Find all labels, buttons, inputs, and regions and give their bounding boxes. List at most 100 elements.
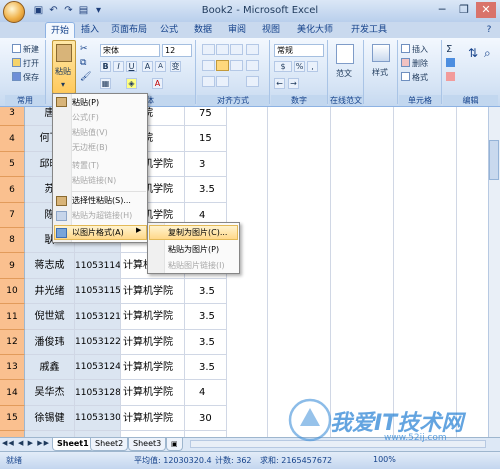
sheet-tab-2[interactable]: Sheet2 xyxy=(90,438,129,451)
restore-button[interactable]: ❐ xyxy=(454,2,474,18)
menu-item-paste[interactable]: 粘贴(P) xyxy=(72,95,99,110)
text-orientation-icon[interactable] xyxy=(246,44,259,55)
tab-view[interactable]: 视图 xyxy=(258,22,284,38)
cell-id[interactable]: 11053114 xyxy=(75,253,121,279)
wrap-text-icon[interactable] xyxy=(246,60,259,71)
insert-cells-button[interactable]: 插入 xyxy=(401,44,428,56)
comma-icon[interactable]: , xyxy=(307,61,318,72)
menu-item-as-picture[interactable]: 以图片格式(A) xyxy=(72,225,124,240)
cell-name[interactable]: 潘俊玮 xyxy=(25,330,75,355)
cell-name[interactable]: 吴华杰 xyxy=(25,380,75,406)
font-size-field[interactable]: 12 xyxy=(162,44,192,57)
insert-sheet-icon[interactable]: ▣ xyxy=(166,438,183,451)
cell-college[interactable]: 计算机学院 xyxy=(121,380,185,406)
row-header[interactable]: 8 xyxy=(0,228,25,253)
italic-button[interactable]: I xyxy=(113,61,124,72)
cell-id[interactable]: 11053121 xyxy=(75,304,121,330)
decrease-indent-icon[interactable] xyxy=(202,76,215,87)
cut-icon[interactable]: ✂ xyxy=(80,44,90,54)
submenu-item-copy-as-picture[interactable]: 复制为图片(C)... xyxy=(168,225,227,240)
merge-center-icon[interactable] xyxy=(246,76,259,87)
align-right-icon[interactable] xyxy=(230,60,243,71)
align-bottom-icon[interactable] xyxy=(230,44,243,55)
align-top-icon[interactable] xyxy=(202,44,215,55)
cell-college[interactable]: 计算机学院 xyxy=(121,330,185,355)
format-painter-icon[interactable]: 🖌 xyxy=(80,72,91,82)
cell-id[interactable]: 11053122 xyxy=(75,330,121,355)
cell-score[interactable]: 30 xyxy=(185,406,227,431)
print-preview-icon[interactable]: ▤ xyxy=(77,5,90,17)
tab-insert[interactable]: 插入 xyxy=(77,22,103,38)
cell-name[interactable]: 戚鑫 xyxy=(25,355,75,380)
sheet-tab-1[interactable]: Sheet1 xyxy=(52,438,94,451)
find-select-icon[interactable]: ⌕ xyxy=(484,46,496,64)
decrease-decimal-icon[interactable]: → xyxy=(288,78,299,89)
row-header[interactable]: 14 xyxy=(0,380,25,406)
tab-page-layout[interactable]: 页面布局 xyxy=(106,22,152,38)
cell-id[interactable]: 11053128 xyxy=(75,380,121,406)
sheet-nav-arrows-icon[interactable]: ◀◀ ◀ ▶ ▶▶ xyxy=(2,439,50,447)
undo-icon[interactable]: ↶ xyxy=(47,5,60,17)
grow-font-button[interactable]: A xyxy=(142,61,153,72)
align-center-icon[interactable] xyxy=(216,60,229,71)
number-format-field[interactable]: 常规 xyxy=(274,44,324,57)
increase-indent-icon[interactable] xyxy=(216,76,229,87)
cell-id[interactable]: 11053124 xyxy=(75,355,121,380)
tab-home[interactable]: 开始 xyxy=(45,22,75,38)
row-header[interactable]: 6 xyxy=(0,177,25,203)
format-cells-button[interactable]: 格式 xyxy=(401,72,428,84)
cell-name[interactable]: 倪世斌 xyxy=(25,304,75,330)
cell-score[interactable]: 4 xyxy=(185,380,227,406)
row-header[interactable]: 11 xyxy=(0,304,25,330)
delete-cells-button[interactable]: 删除 xyxy=(401,58,428,70)
font-name-field[interactable]: 宋体 xyxy=(100,44,160,57)
cell-score[interactable]: 3.5 xyxy=(185,304,227,330)
cell-score[interactable]: 3.5 xyxy=(185,355,227,380)
template-button-label[interactable]: 范文 xyxy=(336,68,352,80)
increase-decimal-icon[interactable]: ← xyxy=(274,78,285,89)
office-button[interactable] xyxy=(3,1,25,23)
sheet-tab-3[interactable]: Sheet3 xyxy=(128,438,167,451)
row-header[interactable]: 12 xyxy=(0,330,25,355)
borders-icon[interactable]: ▦ xyxy=(100,78,111,89)
cell-name[interactable]: 徐锡健 xyxy=(25,406,75,431)
cell-college[interactable]: 计算机学院 xyxy=(121,279,185,304)
shrink-font-button[interactable]: A xyxy=(155,61,166,72)
scrollbar-thumb[interactable] xyxy=(489,140,499,180)
currency-icon[interactable]: $ xyxy=(274,61,292,72)
align-left-icon[interactable] xyxy=(202,60,215,71)
tab-formulas[interactable]: 公式 xyxy=(156,22,182,38)
align-middle-icon[interactable] xyxy=(216,44,229,55)
clear-icon[interactable] xyxy=(446,72,455,81)
row-header[interactable]: 15 xyxy=(0,406,25,431)
cell-score[interactable]: 75 xyxy=(185,107,227,126)
row-header[interactable]: 9 xyxy=(0,253,25,279)
styles-gallery-icon[interactable] xyxy=(372,44,390,62)
bold-button[interactable]: B xyxy=(100,61,111,72)
fill-color-icon[interactable]: ◈ xyxy=(126,78,137,89)
status-zoom[interactable]: 100% xyxy=(373,455,396,464)
sort-filter-icon[interactable]: ⇅ xyxy=(468,46,482,64)
row-header[interactable]: 10 xyxy=(0,279,25,304)
save-button[interactable]: 保存 xyxy=(12,72,39,84)
underline-button[interactable]: U xyxy=(126,61,137,72)
help-icon[interactable]: ? xyxy=(482,22,496,38)
row-header[interactable]: 7 xyxy=(0,203,25,228)
cell-college[interactable]: 计算机学院 xyxy=(121,355,185,380)
copy-icon[interactable]: ⧉ xyxy=(80,58,90,68)
cell-id[interactable]: 11053115 xyxy=(75,279,121,304)
redo-icon[interactable]: ↷ xyxy=(62,5,75,17)
row-header[interactable]: 3 xyxy=(0,107,25,126)
template-document-icon[interactable] xyxy=(336,44,354,64)
cell-name[interactable]: 蒋志成 xyxy=(25,253,75,279)
percent-icon[interactable]: % xyxy=(294,61,305,72)
save-icon[interactable]: ▣ xyxy=(32,5,45,17)
cell-score[interactable]: 3.5 xyxy=(185,330,227,355)
cell-score[interactable]: 15 xyxy=(185,126,227,152)
tab-beautify[interactable]: 美化大师 xyxy=(292,22,338,38)
font-color-button[interactable]: A xyxy=(152,78,163,89)
tab-data[interactable]: 数据 xyxy=(190,22,216,38)
cell-name[interactable]: 井光绪 xyxy=(25,279,75,304)
cell-college[interactable]: 计算机学院 xyxy=(121,304,185,330)
tab-developer[interactable]: 开发工具 xyxy=(346,22,392,38)
